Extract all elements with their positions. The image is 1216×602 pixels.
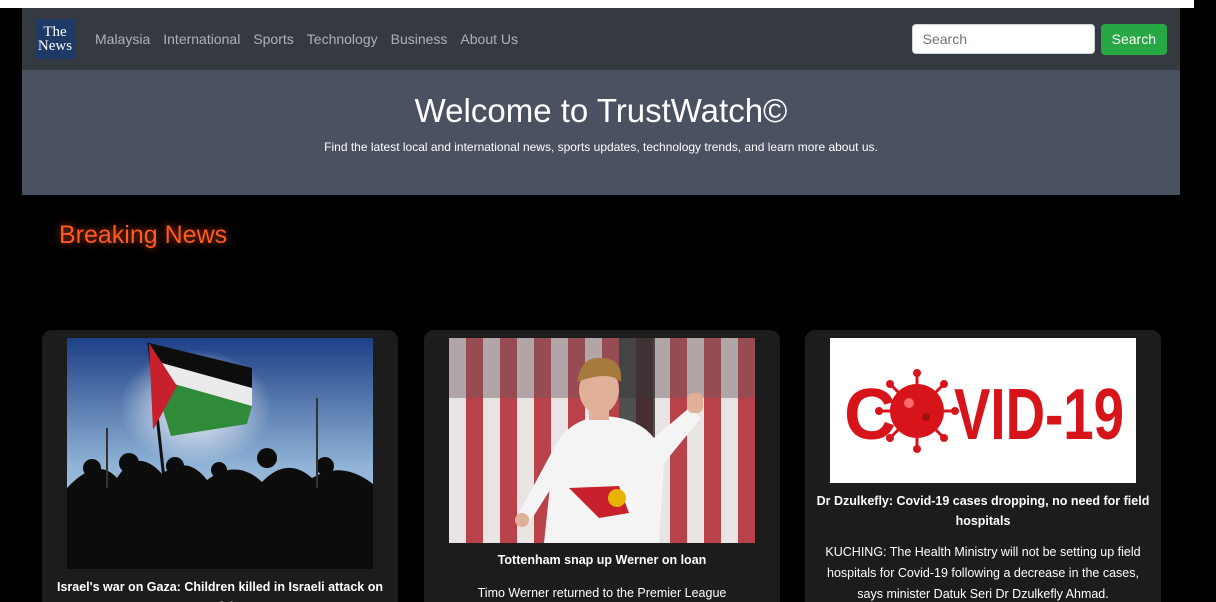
news-card-gaza[interactable]: Israel's war on Gaza: Children killed in… [42, 330, 398, 602]
card-title-covid[interactable]: Dr Dzulkefly: Covid-19 cases dropping, n… [813, 491, 1153, 531]
search-form: Search [911, 23, 1167, 55]
search-input[interactable] [911, 24, 1095, 54]
breaking-news-heading: Breaking News [59, 221, 228, 249]
card-image-werner [449, 338, 755, 543]
hero-banner: Welcome to TrustWatch© Find the latest l… [22, 70, 1180, 195]
covid-19-image: C VID-19 [830, 338, 1136, 483]
nav-link-international[interactable]: International [163, 31, 240, 47]
page-viewport: The News Malaysia International Sports T… [0, 8, 1194, 602]
brand-logo[interactable]: The News [35, 19, 75, 59]
brand-line-1: The [43, 23, 67, 40]
navbar: The News Malaysia International Sports T… [22, 8, 1180, 70]
card-text-covid: KUCHING: The Health Ministry will not be… [825, 545, 1141, 601]
palestine-flag-crowd-image [67, 338, 373, 569]
hero-subtitle: Find the latest local and international … [324, 140, 878, 154]
svg-text:VID-19: VID-19 [954, 375, 1124, 455]
news-card-covid[interactable]: C VID-19 Dr Dzulkefly: Covid-19 cases dr… [805, 330, 1161, 602]
card-image-covid: C VID-19 [830, 338, 1136, 483]
search-button[interactable]: Search [1100, 23, 1167, 55]
football-player-image [449, 338, 755, 543]
nav-link-technology[interactable]: Technology [307, 31, 378, 47]
card-text-werner: Timo Werner returned to the Premier Leag… [477, 586, 727, 600]
card-title-werner[interactable]: Tottenham snap up Werner on loan [432, 550, 772, 570]
card-title-gaza[interactable]: Israel's war on Gaza: Children killed in… [50, 577, 390, 602]
browser-top-strip [0, 0, 1194, 8]
nav-link-about-us[interactable]: About Us [460, 31, 518, 47]
news-card-werner[interactable]: Tottenham snap up Werner on loan Timo We… [424, 330, 780, 602]
hero-title: Welcome to TrustWatch© [414, 92, 788, 129]
nav-link-sports[interactable]: Sports [253, 31, 293, 47]
nav-link-business[interactable]: Business [391, 31, 448, 47]
brand-line-2: News [37, 38, 73, 54]
nav-link-malaysia[interactable]: Malaysia [95, 31, 150, 47]
card-image-gaza [67, 338, 373, 569]
nav-links: Malaysia International Sports Technology… [95, 31, 518, 47]
